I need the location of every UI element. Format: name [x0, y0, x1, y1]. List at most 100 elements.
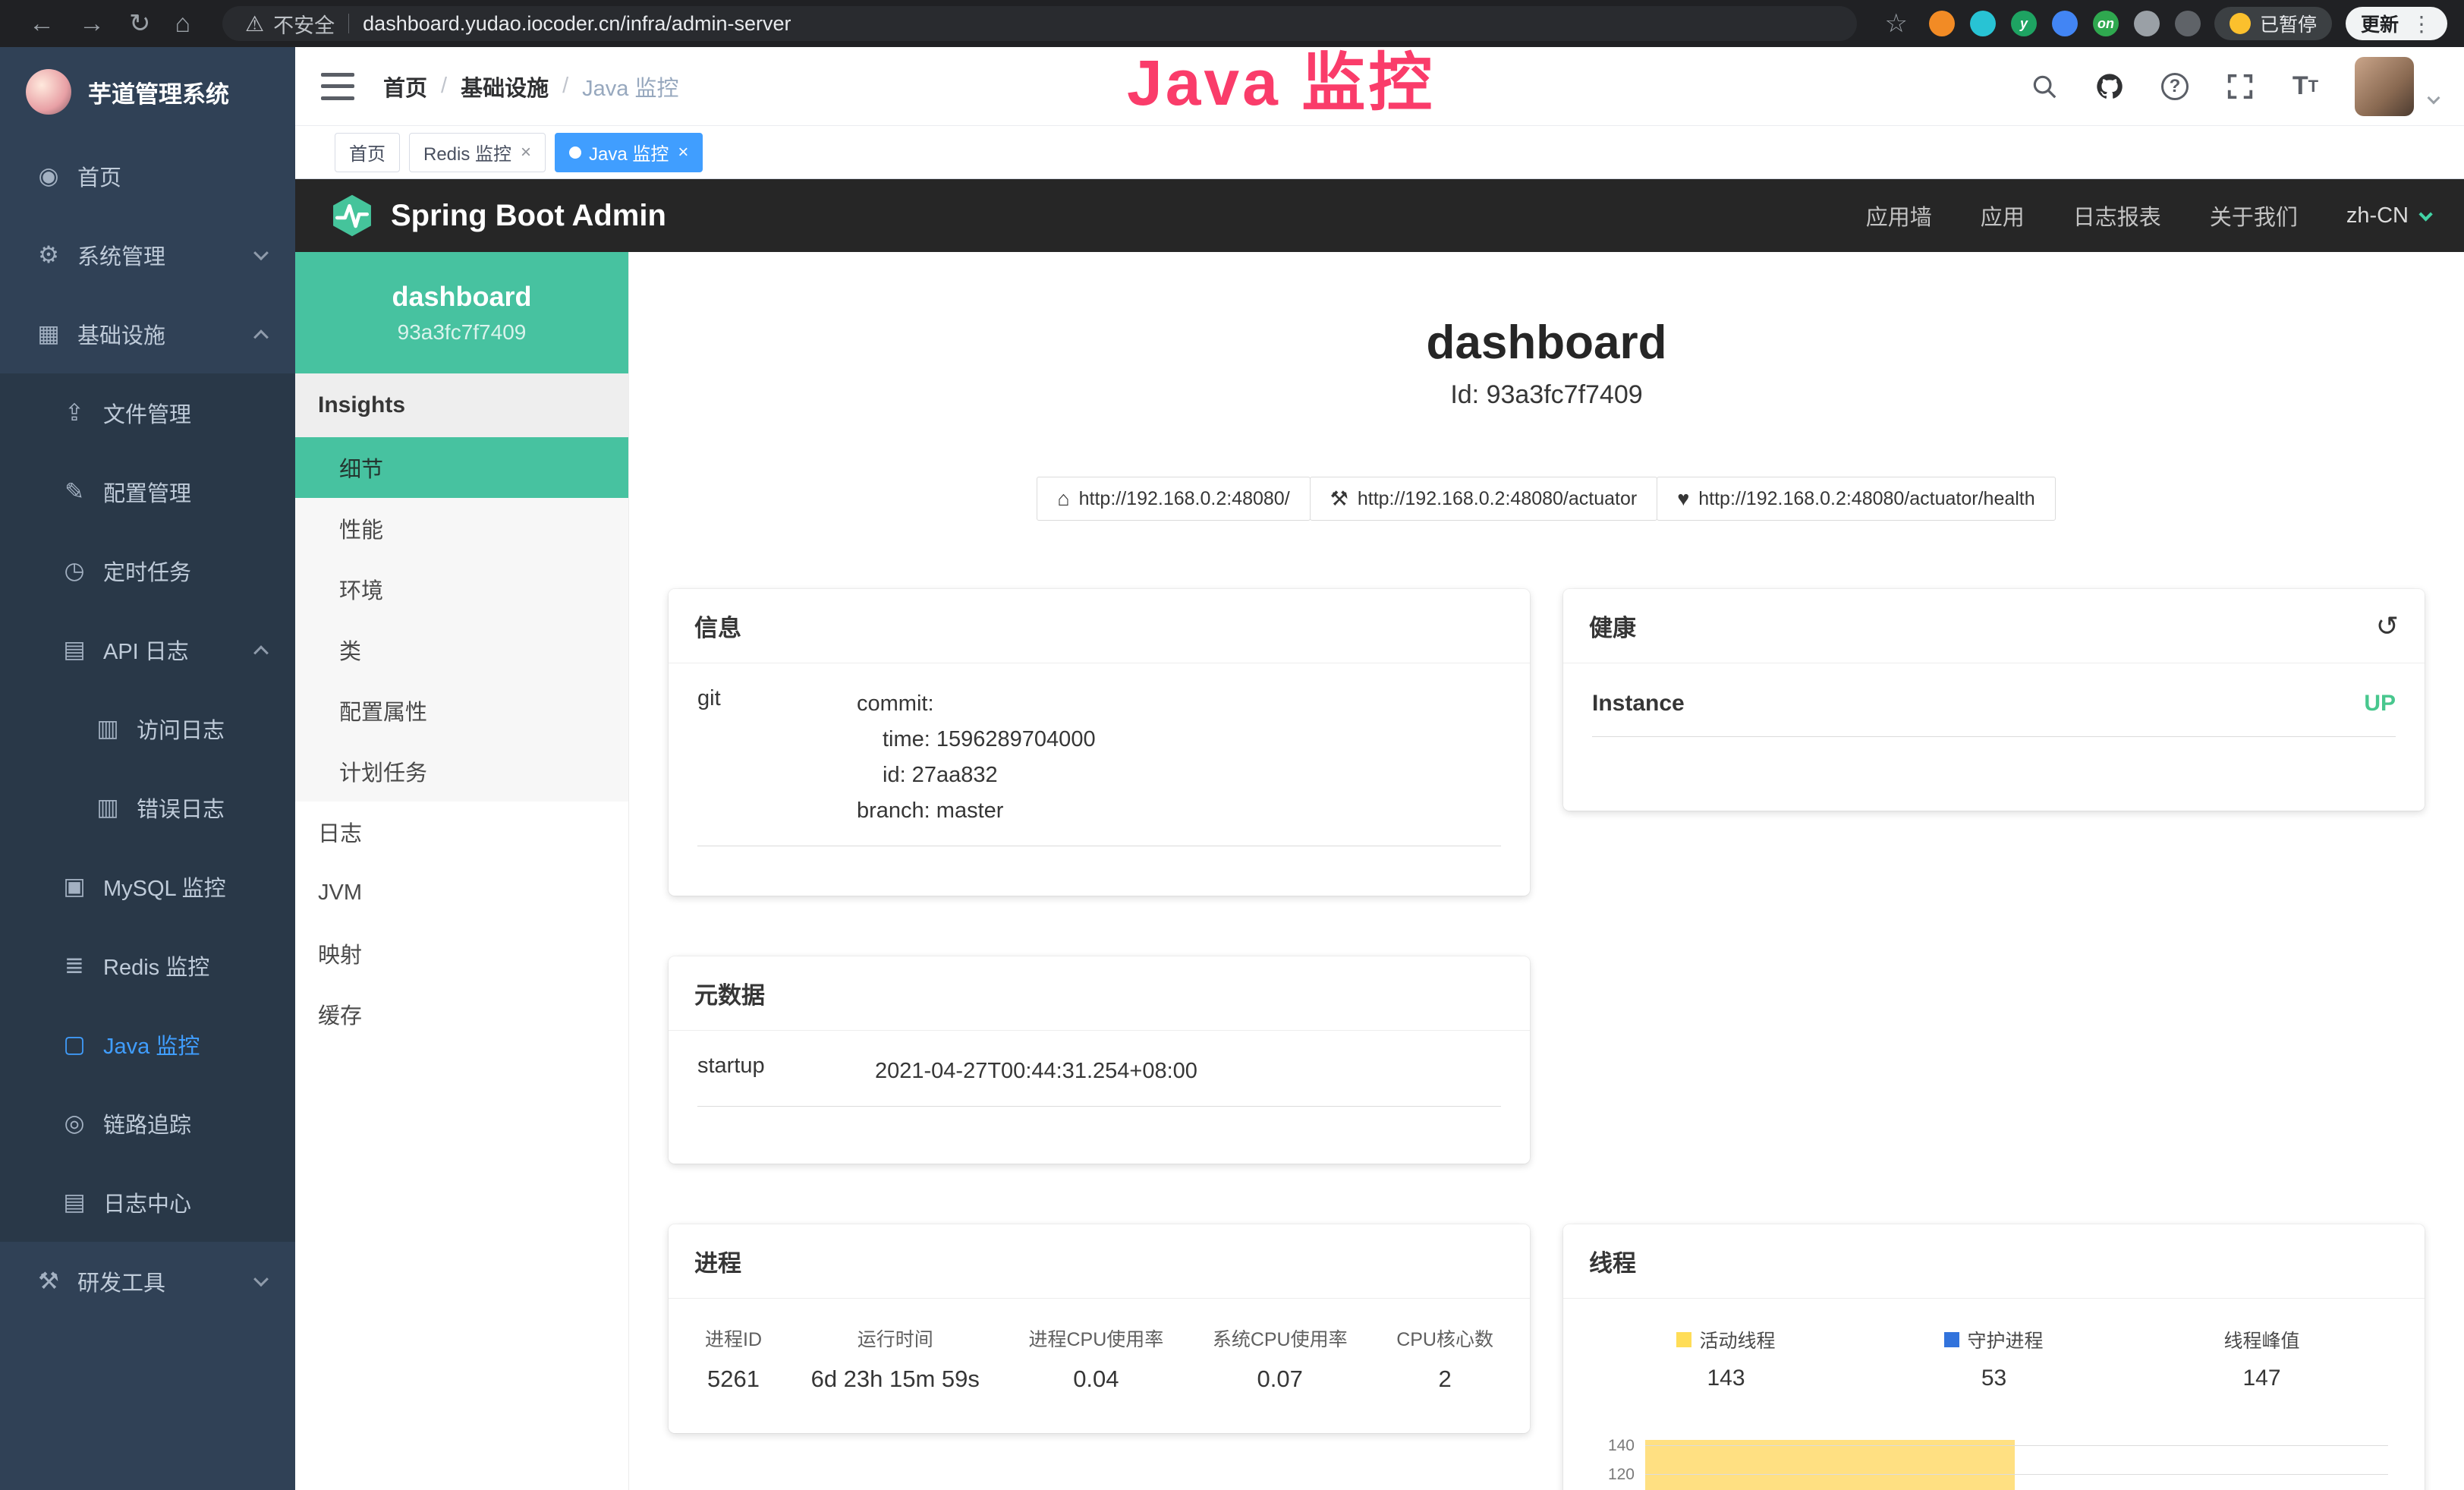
legend-value: 147 — [2128, 1366, 2396, 1391]
breadcrumb-home[interactable]: 首页 — [383, 71, 427, 102]
instance-id: 93a3fc7f7409 — [398, 320, 527, 345]
home-button[interactable]: ⌂ — [175, 9, 191, 39]
sidebar-item-infra[interactable]: ▦ 基础设施 — [0, 295, 295, 373]
fullscreen-icon[interactable] — [2224, 71, 2256, 102]
stat-value: 0.04 — [1028, 1366, 1163, 1393]
update-label: 更新 — [2361, 10, 2399, 37]
address-bar[interactable]: ⚠ 不安全 dashboard.yudao.iocoder.cn/infra/a… — [222, 6, 1857, 41]
sidebar-item-mysql-monitor[interactable]: ▣ MySQL 监控 — [0, 847, 295, 926]
document-icon: ▥ — [91, 794, 124, 821]
back-button[interactable]: ← — [29, 9, 55, 39]
breadcrumb-section[interactable]: 基础设施 — [461, 71, 549, 102]
sba-brand-name: Spring Boot Admin — [391, 199, 666, 233]
sidebar-item-config-management[interactable]: ✎ 配置管理 — [0, 452, 295, 531]
tab-redis-monitor[interactable]: Redis 监控 × — [409, 133, 546, 172]
avatar[interactable] — [2355, 57, 2414, 116]
sba-item-jvm[interactable]: JVM — [295, 862, 628, 923]
sba-item-classes[interactable]: 类 — [295, 619, 628, 680]
sidebar-item-label: 链路追踪 — [103, 1107, 191, 1139]
browser-menu-kebab-icon[interactable]: ⋮ — [2411, 11, 2432, 36]
sidebar-item-home[interactable]: ◉ 首页 — [0, 137, 295, 216]
app-logo-row[interactable]: 芋道管理系统 — [0, 47, 295, 137]
extension-icon-gray[interactable] — [2134, 11, 2160, 36]
tab-java-monitor[interactable]: Java 监控 × — [555, 133, 703, 172]
update-button[interactable]: 更新 ⋮ — [2346, 7, 2447, 40]
heart-icon: ♥ — [1677, 487, 1689, 511]
git-branch-line: branch: master — [857, 793, 1501, 829]
instance-title: dashboard — [629, 316, 2464, 370]
sidebar-item-scheduled-jobs[interactable]: ◷ 定时任务 — [0, 531, 295, 610]
tab-label: Redis 监控 — [423, 139, 511, 165]
sba-item-scheduledtasks[interactable]: 计划任务 — [295, 741, 628, 802]
git-id-line: id: 27aa832 — [857, 758, 1501, 793]
sba-item-caches[interactable]: 缓存 — [295, 984, 628, 1044]
sba-nav-about[interactable]: 关于我们 — [2210, 200, 2298, 232]
extensions-puzzle-icon[interactable] — [2175, 11, 2201, 36]
sba-locale-select[interactable]: zh-CN — [2346, 203, 2429, 228]
sba-item-logfile[interactable]: 日志 — [295, 802, 628, 862]
sba-instance-header[interactable]: dashboard 93a3fc7f7409 — [295, 252, 628, 373]
sba-item-details[interactable]: 细节 — [295, 437, 628, 498]
sidebar-item-system[interactable]: ⚙ 系统管理 — [0, 216, 295, 295]
bookmark-star-icon[interactable]: ☆ — [1884, 8, 1907, 39]
monitor-icon: ▦ — [32, 320, 65, 348]
history-icon[interactable]: ↺ — [2376, 613, 2399, 640]
sba-item-mappings[interactable]: 映射 — [295, 923, 628, 984]
hamburger-icon[interactable] — [321, 73, 354, 100]
extension-icon-grid[interactable] — [2052, 11, 2078, 36]
sidebar-item-tracing[interactable]: ◎ 链路追踪 — [0, 1084, 295, 1163]
instance-name: dashboard — [392, 281, 531, 313]
sidebar-item-java-monitor[interactable]: ▢ Java 监控 — [0, 1005, 295, 1084]
sidebar-item-redis-monitor[interactable]: ≣ Redis 监控 — [0, 926, 295, 1005]
sba-item-metrics[interactable]: 性能 — [295, 498, 628, 559]
stat-label: 系统CPU使用率 — [1213, 1325, 1348, 1352]
forward-button[interactable]: → — [79, 9, 105, 39]
extension-icon-teal[interactable] — [1970, 11, 1996, 36]
search-icon[interactable] — [2028, 71, 2060, 102]
sba-brand[interactable]: Spring Boot Admin — [330, 194, 666, 238]
sidebar-item-label: 系统管理 — [77, 239, 165, 271]
sba-nav-wall[interactable]: 应用墙 — [1866, 200, 1932, 232]
sidebar-item-api-logs[interactable]: ▤ API 日志 — [0, 610, 295, 689]
extension-icon-green-y[interactable]: y — [2011, 11, 2037, 36]
dashboard-icon: ◉ — [32, 162, 65, 190]
service-url-link[interactable]: ⌂ http://192.168.0.2:48080/ — [1037, 477, 1310, 521]
sba-nav-journal[interactable]: 日志报表 — [2073, 200, 2161, 232]
eye-icon: ◎ — [58, 1110, 91, 1137]
help-icon[interactable]: ? — [2159, 71, 2191, 102]
paused-badge[interactable]: 已暂停 — [2214, 7, 2332, 40]
threads-chart: 140 120 100 — [1592, 1417, 2396, 1490]
threads-legend: 活动线程 143 守护进程 53 线程峰值 — [1592, 1321, 2396, 1391]
sba-item-configprops[interactable]: 配置属性 — [295, 680, 628, 741]
sidebar-item-file-management[interactable]: ⇪ 文件管理 — [0, 373, 295, 452]
sidebar-item-label: 首页 — [77, 160, 121, 192]
sba-content: dashboard Id: 93a3fc7f7409 ⌂ http://192.… — [629, 252, 2464, 1490]
info-key: git — [697, 686, 857, 829]
threads-card: 线程 活动线程 143 守护进程 — [1563, 1224, 2425, 1490]
sidebar-item-log-center[interactable]: ▤ 日志中心 — [0, 1163, 295, 1242]
font-size-icon[interactable]: TT — [2289, 71, 2321, 102]
sidebar-item-label: MySQL 监控 — [103, 871, 226, 903]
extension-icon-orange[interactable] — [1929, 11, 1955, 36]
extension-icon-on-switch[interactable]: on — [2093, 11, 2119, 36]
extension-toolbar: y on — [1929, 11, 2201, 36]
sidebar-item-dev-tools[interactable]: ⚒ 研发工具 — [0, 1242, 295, 1321]
reload-button[interactable]: ↻ — [129, 8, 151, 39]
github-icon[interactable] — [2094, 71, 2126, 102]
gridline — [1645, 1445, 2388, 1446]
tab-home[interactable]: 首页 — [335, 133, 400, 172]
yellow-legend-swatch — [1676, 1332, 1691, 1347]
tab-label: 首页 — [349, 139, 385, 165]
sidebar-item-error-logs[interactable]: ▥ 错误日志 — [0, 768, 295, 847]
layers-icon: ≣ — [58, 952, 91, 979]
health-url-link[interactable]: ♥ http://192.168.0.2:48080/actuator/heal… — [1657, 477, 2055, 521]
close-icon[interactable]: × — [521, 142, 531, 163]
close-icon[interactable]: × — [678, 142, 688, 163]
app-title: 芋道管理系统 — [88, 75, 229, 109]
sidebar-item-access-logs[interactable]: ▥ 访问日志 — [0, 689, 295, 768]
sba-item-environment[interactable]: 环境 — [295, 559, 628, 619]
actuator-url-link[interactable]: ⚒ http://192.168.0.2:48080/actuator — [1310, 477, 1658, 521]
chevron-down-icon — [253, 1271, 269, 1287]
sba-nav-applications[interactable]: 应用 — [1981, 200, 2025, 232]
sidebar-item-label: 文件管理 — [103, 397, 191, 429]
